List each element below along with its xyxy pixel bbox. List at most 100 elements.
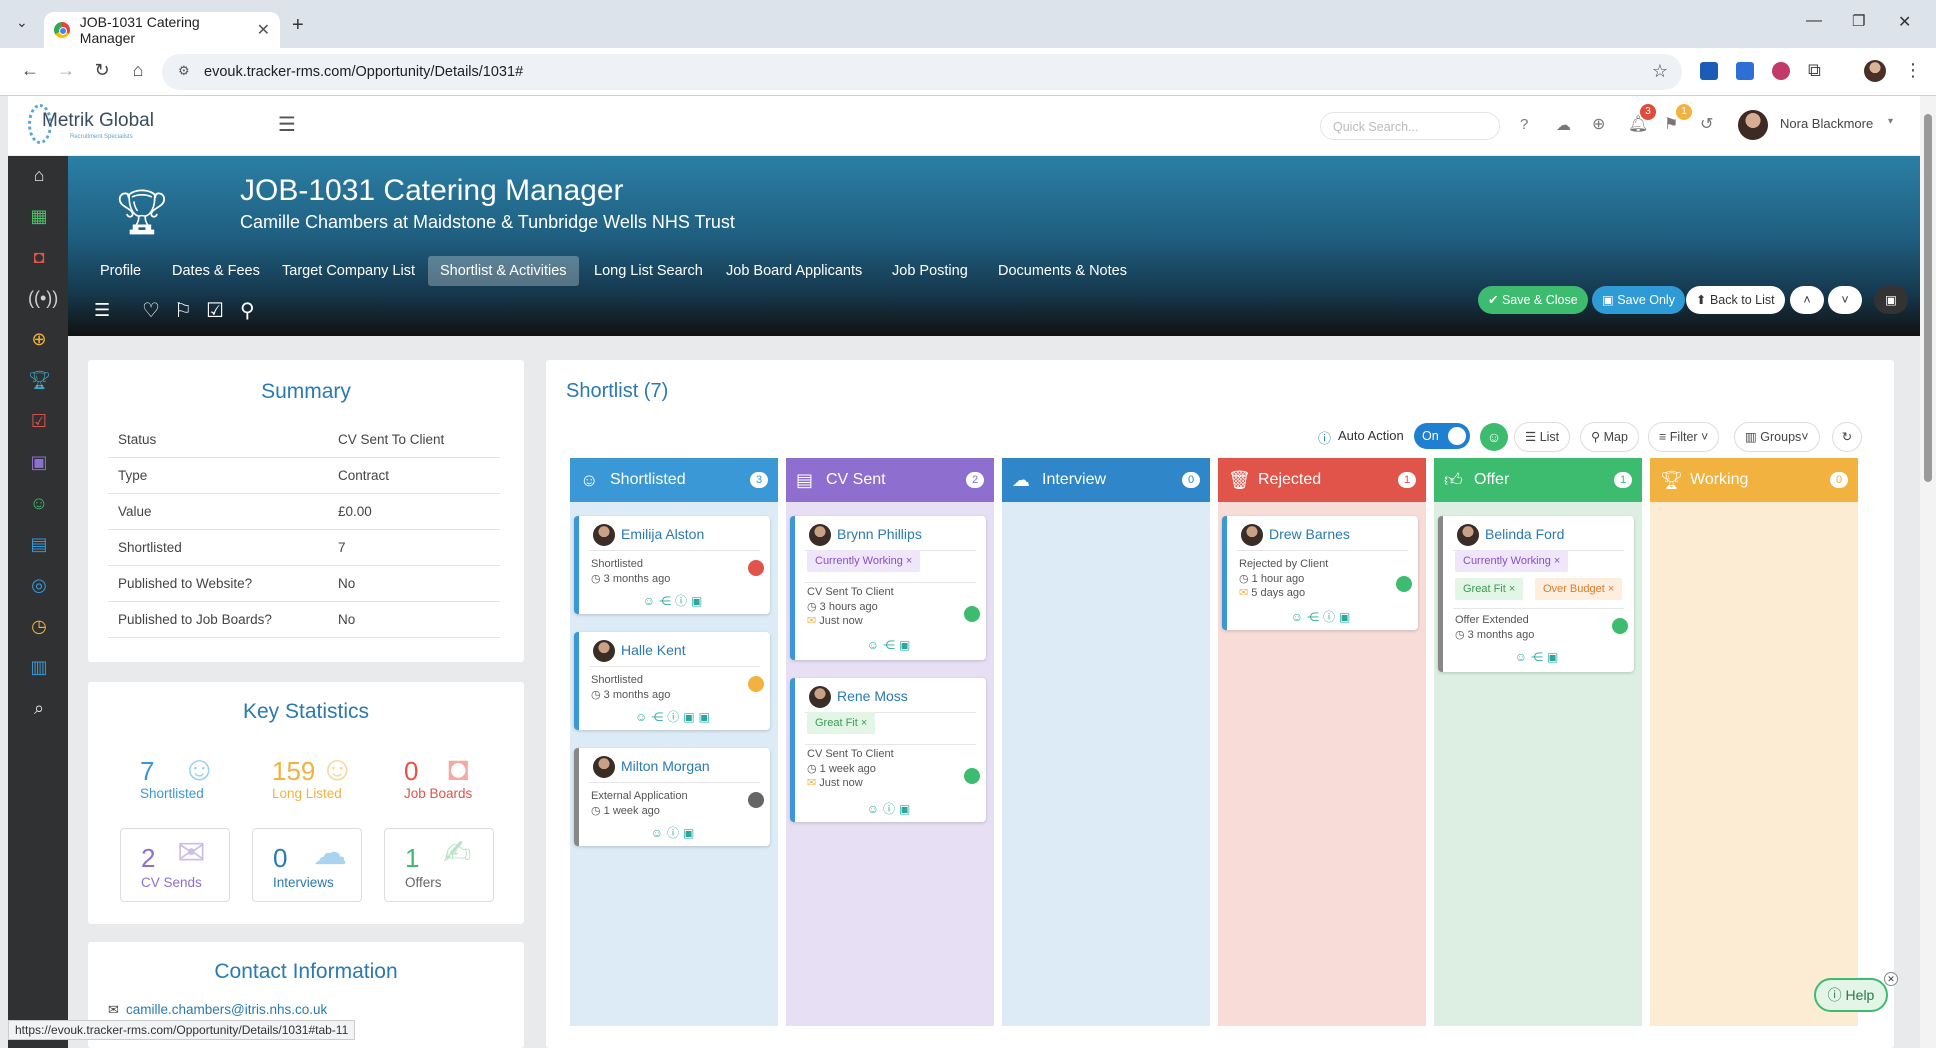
card-actions[interactable]: ☺⋲ⓘ▣ <box>1227 608 1418 625</box>
user-avatar[interactable] <box>1738 110 1768 140</box>
sidebar-clock-icon[interactable]: ◷ <box>28 615 50 637</box>
filter-button[interactable]: ≡ Filter ˅ <box>1648 422 1720 452</box>
candidate-name[interactable]: Milton Morgan <box>621 758 710 774</box>
refresh-button[interactable]: ↻ <box>1832 422 1862 452</box>
save-close-button[interactable]: ✔ Save & Close <box>1478 286 1588 314</box>
sidebar-reports-icon[interactable]: ▥ <box>28 656 50 678</box>
sidebar-contacts-icon[interactable]: ◘ <box>28 246 50 268</box>
hamburger-menu-icon[interactable]: ☰ <box>278 112 296 137</box>
tab-profile[interactable]: Profile <box>88 256 153 286</box>
pin-icon[interactable]: ⚲ <box>240 298 255 323</box>
sidebar-broadcast-icon[interactable]: ((•)) <box>28 287 58 309</box>
close-tab-icon[interactable]: ✕ <box>257 20 270 40</box>
card-actions[interactable]: ☺⋲ⓘ▣▣ <box>579 708 770 725</box>
flag-outline-icon[interactable]: ⚐ <box>174 298 192 323</box>
sidebar-target-icon[interactable]: ⊕ <box>28 328 50 350</box>
previous-record-button[interactable]: ˄ <box>1790 286 1824 314</box>
tag-currently-working[interactable]: Currently Working × <box>807 550 921 572</box>
candidate-card[interactable]: Drew Barnes Rejected by Client ◷ 1 hour … <box>1222 516 1418 630</box>
contact-email-link[interactable]: camille.chambers@itris.nhs.co.uk <box>126 1002 327 1017</box>
tab-dates-fees[interactable]: Dates & Fees <box>160 256 272 286</box>
candidate-card[interactable]: Milton Morgan External Application ◷ 1 w… <box>574 748 770 846</box>
url-bar[interactable]: ⚙ evouk.tracker-rms.com/Opportunity/Deta… <box>162 54 1682 90</box>
home-icon[interactable]: ⌂ <box>126 60 150 81</box>
next-record-button[interactable]: ˅ <box>1828 286 1862 314</box>
tab-list-icon[interactable]: ⌄ <box>16 14 28 31</box>
checkbox-icon[interactable]: ☑ <box>206 298 224 323</box>
history-icon[interactable]: ↺ <box>1700 114 1713 134</box>
menu-kebab-icon[interactable]: ⋮ <box>1904 60 1922 81</box>
groups-button[interactable]: ▥ Groups˅ <box>1734 422 1820 452</box>
tag-over-budget[interactable]: Over Budget × <box>1535 578 1623 600</box>
add-circle-icon[interactable]: ⊕ <box>1592 114 1605 134</box>
map-view-button[interactable]: ⚲ Map <box>1580 422 1639 452</box>
site-info-icon[interactable]: ⚙ <box>178 63 190 79</box>
user-dropdown-icon[interactable]: ▾ <box>1888 116 1893 127</box>
extension-icon[interactable] <box>1772 62 1790 80</box>
sidebar-documents-icon[interactable]: ▤ <box>28 533 50 555</box>
browser-tab[interactable]: JOB-1031 Catering Manager ✕ <box>44 12 280 48</box>
extension-icon[interactable] <box>1700 62 1718 80</box>
extension-icon[interactable] <box>1736 62 1754 80</box>
back-to-list-button[interactable]: ⬆ Back to List <box>1686 286 1785 314</box>
tag-great-fit[interactable]: Great Fit × <box>1455 578 1524 600</box>
tab-job-board-applicants[interactable]: Job Board Applicants <box>714 256 874 286</box>
card-actions[interactable]: ☺ⓘ▣ <box>579 824 770 841</box>
tab-job-posting[interactable]: Job Posting <box>880 256 980 286</box>
sidebar-search-icon[interactable]: ⌕ <box>28 697 50 719</box>
sidebar-campaigns-icon[interactable]: ◎ <box>28 574 50 596</box>
help-close-icon[interactable]: ✕ <box>1884 972 1898 986</box>
tab-long-list-search[interactable]: Long List Search <box>582 256 715 286</box>
card-actions[interactable]: ☺ⓘ▣ <box>795 800 986 817</box>
candidate-name[interactable]: Brynn Phillips <box>837 526 922 542</box>
chat-icon[interactable]: ☁ <box>1556 116 1571 134</box>
candidate-name[interactable]: Belinda Ford <box>1485 526 1564 542</box>
candidate-name[interactable]: Halle Kent <box>621 642 686 658</box>
panel-toggle-icon[interactable]: ▣ <box>1874 286 1908 314</box>
extensions-puzzle-icon[interactable]: ⧉ <box>1808 60 1821 81</box>
scrollbar-thumb[interactable] <box>1924 114 1932 482</box>
candidate-card[interactable]: Belinda Ford Currently Working × Great F… <box>1438 516 1634 672</box>
card-actions[interactable]: ☺⋲▣ <box>1443 650 1634 664</box>
tab-target-company-list[interactable]: Target Company List <box>270 256 427 286</box>
list-view-button[interactable]: ☰ List <box>1514 422 1571 452</box>
sidebar-candidates-icon[interactable]: ☺ <box>28 492 50 514</box>
tab-documents-notes[interactable]: Documents & Notes <box>986 256 1139 286</box>
back-icon[interactable]: ← <box>18 60 42 81</box>
flag-icon[interactable]: ⚑ <box>1664 114 1678 134</box>
sidebar-home-icon[interactable]: ⌂ <box>28 164 50 186</box>
card-actions[interactable]: ☺⋲ⓘ▣ <box>579 592 770 609</box>
candidate-card[interactable]: Brynn Phillips Currently Working × CV Se… <box>790 516 986 660</box>
auto-action-toggle[interactable]: On <box>1414 423 1470 449</box>
collapse-list-icon[interactable]: ☰ <box>94 300 110 321</box>
help-button[interactable]: ⓘ Help <box>1814 978 1888 1012</box>
window-close-icon[interactable]: ✕ <box>1898 12 1911 32</box>
page-scrollbar[interactable] <box>1920 96 1936 1048</box>
interviews-stat[interactable]: ☁ 0 Interviews <box>252 828 362 902</box>
reload-icon[interactable]: ↻ <box>90 60 114 81</box>
candidate-card[interactable]: Emilija Alston Shortlisted ◷ 3 months ag… <box>574 516 770 614</box>
minimize-icon[interactable]: — <box>1806 12 1822 30</box>
profile-avatar[interactable] <box>1864 60 1886 82</box>
user-name[interactable]: Nora Blackmore <box>1780 116 1873 131</box>
tag-great-fit[interactable]: Great Fit × <box>807 712 876 734</box>
save-only-button[interactable]: ▣ Save Only <box>1592 286 1685 314</box>
tab-shortlist-activities[interactable]: Shortlist & Activities <box>428 256 579 286</box>
cv-sends-stat[interactable]: ✉ 2 CV Sends <box>120 828 230 902</box>
candidate-card[interactable]: Halle Kent Shortlisted ◷ 3 months ago ☺⋲… <box>574 632 770 730</box>
restore-icon[interactable]: ❐ <box>1852 12 1865 30</box>
add-candidate-button[interactable]: ☺ <box>1480 423 1508 451</box>
forward-icon[interactable]: → <box>54 60 78 81</box>
candidate-name[interactable]: Rene Moss <box>837 688 908 704</box>
help-circle-icon[interactable]: ? <box>1520 116 1528 133</box>
card-actions[interactable]: ☺⋲▣ <box>795 638 986 652</box>
sidebar-opportunities-icon[interactable]: 🏆︎ <box>28 369 51 391</box>
bookmark-star-icon[interactable]: ☆ <box>1652 61 1668 82</box>
offers-stat[interactable]: ✍ 1 Offers <box>384 828 494 902</box>
candidate-name[interactable]: Emilija Alston <box>621 526 704 542</box>
sidebar-companies-icon[interactable]: ▦ <box>28 205 50 227</box>
heart-icon[interactable]: ♡ <box>142 298 160 323</box>
candidate-card[interactable]: Rene Moss Great Fit × CV Sent To Client … <box>790 678 986 822</box>
candidate-name[interactable]: Drew Barnes <box>1269 526 1350 542</box>
new-tab-icon[interactable]: + <box>292 14 304 37</box>
